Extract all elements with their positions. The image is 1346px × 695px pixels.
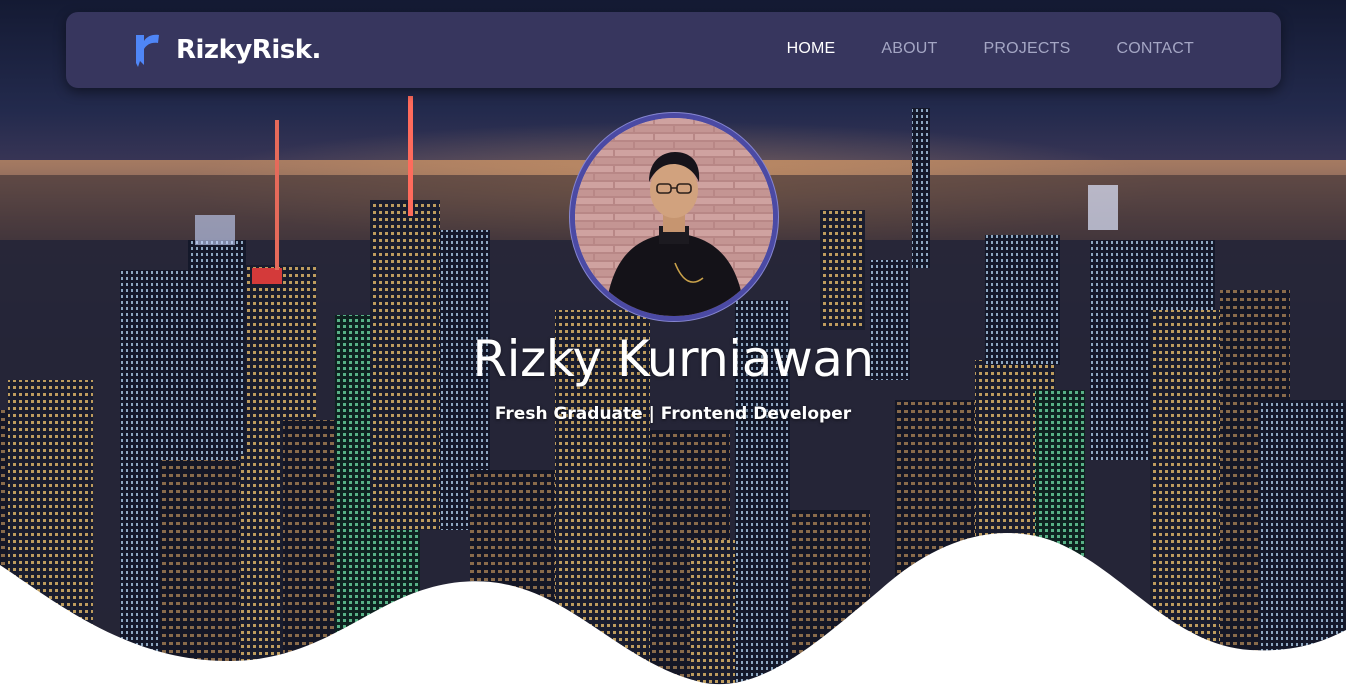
wave-divider [0, 533, 1346, 695]
hero-name: Rizky Kurniawan [472, 330, 874, 388]
brand-link[interactable]: RizkyRisk. [134, 31, 321, 69]
nav-contact[interactable]: CONTACT [1116, 40, 1194, 58]
nav-about[interactable]: ABOUT [881, 40, 937, 58]
navbar: RizkyRisk. HOME ABOUT PROJECTS CONTACT [66, 12, 1281, 88]
r-logo-icon [136, 34, 159, 67]
hero-tagline: Fresh Graduate | Frontend Developer [494, 404, 852, 424]
nav-projects[interactable]: PROJECTS [984, 40, 1071, 58]
profile-photo [570, 113, 778, 321]
brand-name: RizkyRisk. [176, 35, 321, 65]
nav-menu: HOME ABOUT PROJECTS CONTACT [787, 40, 1194, 58]
nav-home[interactable]: HOME [787, 40, 836, 58]
